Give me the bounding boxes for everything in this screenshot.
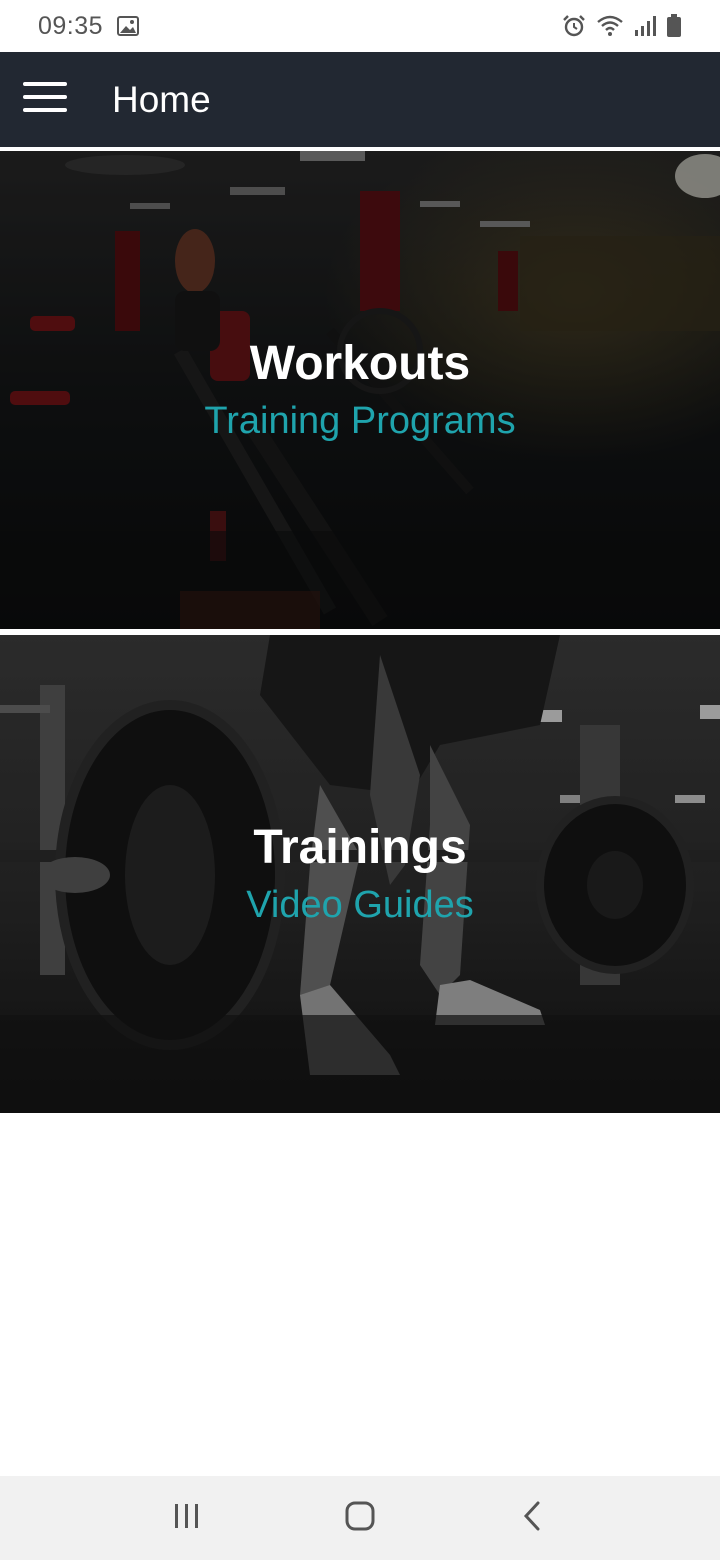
menu-button[interactable] xyxy=(0,52,90,147)
app-bar: Home xyxy=(0,52,720,147)
status-time: 09:35 xyxy=(38,11,104,40)
workouts-card[interactable]: Workouts Training Programs xyxy=(0,151,720,629)
alarm-icon xyxy=(562,14,586,38)
recent-apps-icon xyxy=(172,1502,202,1535)
battery-icon xyxy=(666,14,682,38)
trainings-card[interactable]: Trainings Video Guides xyxy=(0,635,720,1113)
page-title: Home xyxy=(112,78,211,120)
status-bar: 09:35 xyxy=(0,0,720,52)
signal-icon xyxy=(634,15,656,37)
card-subtitle: Training Programs xyxy=(204,400,516,442)
back-icon xyxy=(521,1500,545,1537)
recent-apps-button[interactable] xyxy=(142,1476,232,1560)
workouts-card-text: Workouts Training Programs xyxy=(0,151,720,629)
back-button[interactable] xyxy=(488,1476,578,1560)
trainings-card-text: Trainings Video Guides xyxy=(0,635,720,1113)
status-right xyxy=(562,14,682,38)
status-left: 09:35 xyxy=(38,11,140,41)
hamburger-menu-icon xyxy=(23,80,67,119)
wifi-icon xyxy=(596,15,624,37)
card-title: Trainings xyxy=(253,821,467,874)
card-title: Workouts xyxy=(249,337,471,390)
home-icon xyxy=(344,1500,376,1537)
system-nav-bar xyxy=(0,1476,720,1560)
card-subtitle: Video Guides xyxy=(246,884,474,926)
gallery-icon xyxy=(117,16,140,36)
home-button[interactable] xyxy=(315,1476,405,1560)
